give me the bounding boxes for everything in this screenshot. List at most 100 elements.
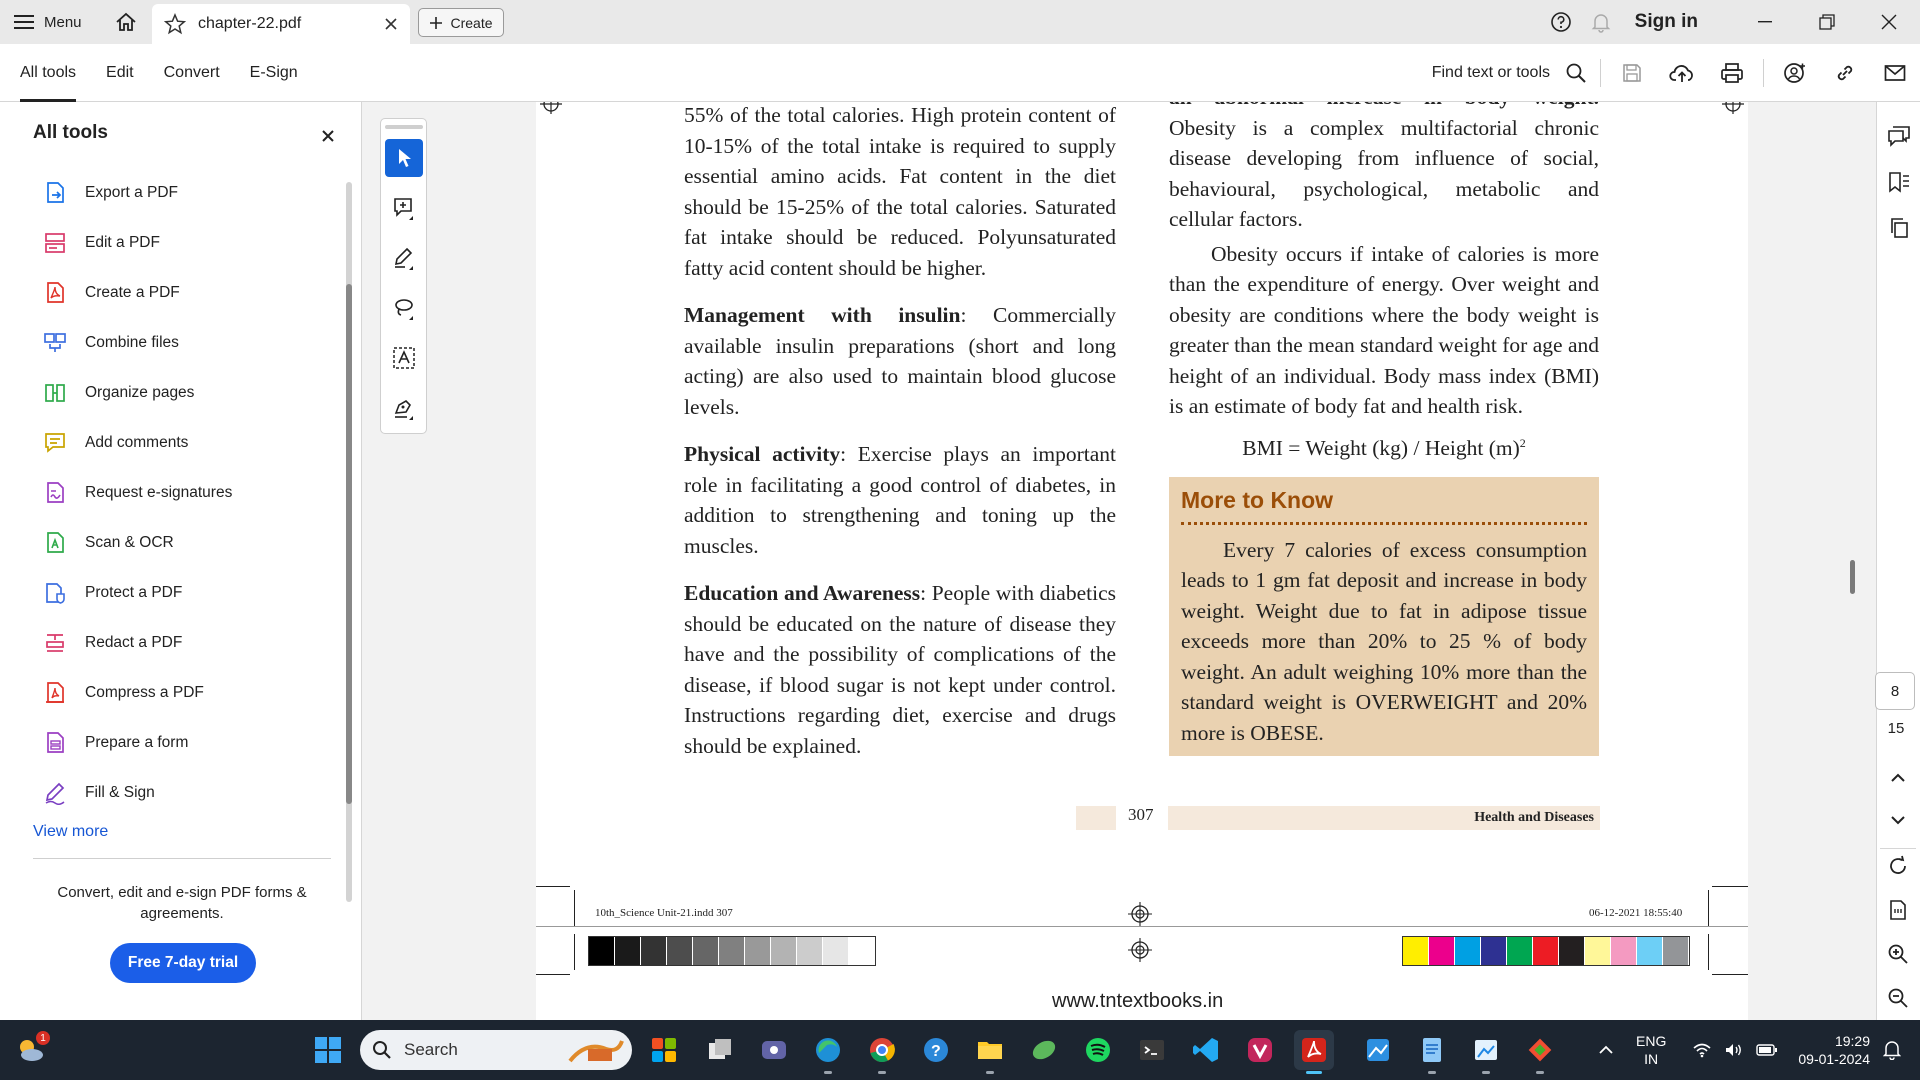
running-indicator	[1482, 1071, 1490, 1074]
taskbar-app-help[interactable]: ?	[916, 1030, 956, 1070]
start-button[interactable]	[308, 1030, 348, 1070]
pdf-page-view[interactable]: 55% of the total calories. High protein …	[536, 102, 1748, 1020]
close-window-button[interactable]	[1858, 0, 1920, 44]
free-trial-button[interactable]: Free 7-day trial	[110, 943, 256, 983]
registration-mark-icon	[1128, 938, 1152, 962]
color-swatch	[589, 937, 615, 965]
panel-scrollbar[interactable]	[346, 182, 352, 902]
taskbar-app-chrome[interactable]	[862, 1030, 902, 1074]
highlight-tool[interactable]	[385, 239, 423, 277]
drag-handle[interactable]	[385, 125, 423, 129]
scrollbar-thumb[interactable]	[346, 284, 352, 804]
sign-tool[interactable]	[385, 389, 423, 427]
language-indicator[interactable]: ENG IN	[1636, 1032, 1666, 1068]
taskbar-app-acrobat[interactable]	[1294, 1030, 1334, 1074]
taskbar-app-git[interactable]	[1520, 1030, 1560, 1074]
previous-page-button[interactable]	[1876, 758, 1920, 798]
running-indicator	[878, 1071, 886, 1074]
taskbar-app-notepad[interactable]	[1412, 1030, 1452, 1074]
taskbar-app-copilot[interactable]	[644, 1030, 684, 1070]
find-text-label[interactable]: Find text or tools	[1432, 64, 1550, 82]
tool-item[interactable]: Request e-signatures	[42, 468, 232, 518]
print-button[interactable]	[1707, 44, 1757, 102]
taskbar-app-vscode[interactable]	[1186, 1030, 1226, 1070]
minimize-icon	[1758, 21, 1772, 23]
system-tray[interactable]	[1686, 1020, 1784, 1080]
tool-item[interactable]: Scan & OCR	[42, 518, 232, 568]
tool-item[interactable]: Redact a PDF	[42, 618, 232, 668]
tool-item[interactable]: Combine files	[42, 318, 232, 368]
close-tab-icon[interactable]	[384, 17, 398, 31]
color-swatch	[615, 937, 641, 965]
menu-button[interactable]: Menu	[14, 8, 82, 36]
get-help-icon: ?	[921, 1035, 951, 1065]
star-icon[interactable]	[164, 13, 186, 35]
create-button[interactable]: Create	[418, 8, 504, 37]
tool-item[interactable]: Edit a PDF	[42, 218, 232, 268]
taskbar-app-task-view[interactable]	[700, 1030, 740, 1070]
tab-all-tools[interactable]: All tools	[20, 44, 77, 102]
taskbar-app-edge[interactable]	[808, 1030, 848, 1074]
tool-item[interactable]: Prepare a form	[42, 718, 232, 768]
taskbar-app-terminal[interactable]	[1132, 1030, 1172, 1070]
vivaldi-icon	[1245, 1035, 1275, 1065]
zoom-out-button[interactable]	[1876, 978, 1920, 1018]
tool-item[interactable]: Add comments	[42, 418, 232, 468]
tool-item[interactable]: Export a PDF	[42, 168, 232, 218]
running-indicator	[1428, 1071, 1436, 1074]
tool-item[interactable]: Fill & Sign	[42, 768, 232, 818]
taskbar-app-spotify[interactable]	[1078, 1030, 1118, 1070]
taskbar-search[interactable]: Search	[360, 1030, 632, 1070]
save-icon	[1621, 62, 1643, 84]
help-button[interactable]	[1541, 0, 1581, 44]
notification-center-button[interactable]	[1872, 1030, 1912, 1070]
document-tab[interactable]: chapter-22.pdf	[152, 4, 410, 44]
share-with-people-button[interactable]	[1770, 44, 1820, 102]
rotate-button[interactable]	[1876, 846, 1920, 886]
sign-in-link[interactable]: Sign in	[1635, 11, 1698, 33]
taskbar-app-vivaldi[interactable]	[1240, 1030, 1280, 1070]
copy-link-button[interactable]	[1820, 44, 1870, 102]
notifications-button[interactable]	[1581, 0, 1621, 44]
pages-panel-button[interactable]	[1877, 208, 1920, 248]
bookmarks-panel-button[interactable]	[1877, 162, 1920, 202]
hamburger-icon	[14, 14, 34, 30]
email-button[interactable]	[1870, 44, 1920, 102]
document-scrollbar-thumb[interactable]	[1850, 560, 1855, 594]
taskbar-app-file-explorer[interactable]	[970, 1030, 1010, 1074]
draw-tool[interactable]	[385, 289, 423, 327]
tool-item[interactable]: Protect a PDF	[42, 568, 232, 618]
clock[interactable]: 19:29 09-01-2024	[1790, 1032, 1870, 1068]
comments-panel-button[interactable]	[1877, 116, 1920, 156]
show-hidden-icons-button[interactable]	[1586, 1030, 1626, 1070]
view-more-link[interactable]: View more	[33, 823, 108, 841]
zoom-in-button[interactable]	[1876, 934, 1920, 974]
tab-edit[interactable]: Edit	[106, 44, 134, 102]
save-button[interactable]	[1607, 44, 1657, 102]
add-comment-tool[interactable]	[385, 189, 423, 227]
running-indicator	[1536, 1071, 1544, 1074]
tool-item[interactable]: Create a PDF	[42, 268, 232, 318]
taskbar-app-paint[interactable]	[1466, 1030, 1506, 1074]
bell-icon	[1590, 11, 1612, 33]
restore-button[interactable]	[1796, 0, 1858, 44]
tab-convert[interactable]: Convert	[164, 44, 220, 102]
find-button[interactable]	[1558, 44, 1594, 102]
taskbar-app-teams[interactable]	[754, 1030, 794, 1070]
tool-item[interactable]: Compress a PDF	[42, 668, 232, 718]
home-button[interactable]	[112, 8, 140, 36]
upload-cloud-button[interactable]	[1657, 44, 1707, 102]
text-box-tool[interactable]	[385, 339, 423, 377]
minimize-button[interactable]	[1734, 0, 1796, 44]
taskbar-app-photos[interactable]	[1358, 1030, 1398, 1070]
tool-item[interactable]: Organize pages	[42, 368, 232, 418]
tab-esign[interactable]: E-Sign	[250, 44, 298, 102]
panel-divider	[33, 858, 331, 859]
taskbar-app-green[interactable]	[1024, 1030, 1064, 1070]
page-fit-button[interactable]	[1876, 890, 1920, 930]
current-page-input[interactable]: 8	[1875, 672, 1915, 710]
next-page-button[interactable]	[1876, 800, 1920, 840]
close-panel-button[interactable]	[316, 124, 340, 148]
select-tool[interactable]	[385, 139, 423, 177]
wifi-icon	[1692, 1042, 1712, 1058]
